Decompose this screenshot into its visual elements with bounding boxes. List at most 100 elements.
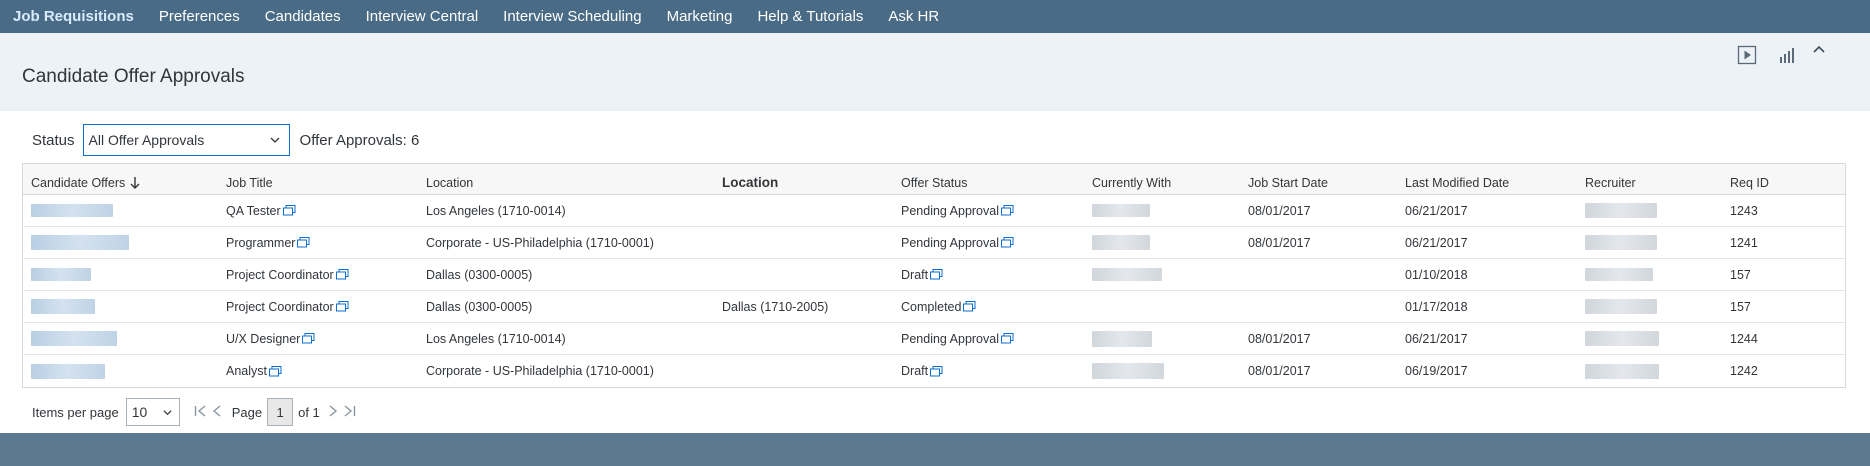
recruiter-redacted <box>1585 268 1653 281</box>
external-link-icon[interactable] <box>269 365 282 377</box>
status-select[interactable]: All Offer Approvals <box>82 124 290 156</box>
external-link-icon[interactable] <box>930 365 943 377</box>
last-modified-date: 06/19/2017 <box>1405 364 1468 378</box>
req-id: 1244 <box>1730 331 1758 346</box>
job-title: Project Coordinator <box>226 299 334 314</box>
page-label: Page <box>231 404 263 420</box>
table-row: QA Tester Los Angeles (1710-0014) Pendin… <box>23 195 1845 227</box>
items-per-page-label: Items per page <box>32 404 119 420</box>
offer-approvals-count: Offer Approvals: 6 <box>299 131 420 149</box>
candidate-name-link[interactable] <box>31 204 113 217</box>
nav-marketing[interactable]: Marketing <box>667 8 733 25</box>
sort-descending-icon <box>130 177 140 189</box>
nav-help-tutorials[interactable]: Help & Tutorials <box>757 8 863 25</box>
last-page-icon[interactable] <box>342 404 356 420</box>
req-id: 157 <box>1730 267 1751 282</box>
nav-ask-hr[interactable]: Ask HR <box>888 8 939 25</box>
table-row: Project Coordinator Dallas (0300-0005) D… <box>23 291 1845 323</box>
job-start-date: 08/01/2017 <box>1248 235 1311 250</box>
candidate-name-link[interactable] <box>31 299 95 314</box>
header-candidate-offers[interactable]: Candidate Offers <box>23 176 218 190</box>
currently-with-redacted <box>1092 204 1150 217</box>
external-link-icon[interactable] <box>282 205 296 216</box>
offer-status: Pending Approval <box>901 235 999 250</box>
next-page-icon[interactable] <box>328 404 338 420</box>
items-per-page-select[interactable]: 10 <box>125 398 180 426</box>
footer-bar <box>0 433 1870 466</box>
location: Los Angeles (1710-0014) <box>426 203 566 218</box>
external-link-icon[interactable] <box>930 269 943 280</box>
job-start-date: 08/01/2017 <box>1248 331 1311 346</box>
header-offer-status[interactable]: Offer Status <box>893 176 1084 190</box>
filter-bar: Status All Offer Approvals Offer Approva… <box>32 124 419 156</box>
external-link-icon[interactable] <box>335 301 349 312</box>
header-last-modified-date[interactable]: Last Modified Date <box>1397 176 1577 190</box>
job-title: Analyst <box>226 364 267 378</box>
candidate-name-link[interactable] <box>31 363 105 379</box>
header-job-title[interactable]: Job Title <box>218 176 418 190</box>
location: Dallas (0300-0005) <box>426 299 533 314</box>
external-link-icon[interactable] <box>302 333 315 344</box>
header-recruiter[interactable]: Recruiter <box>1577 176 1722 190</box>
last-modified-date: 01/17/2018 <box>1405 299 1468 314</box>
last-modified-date: 01/10/2018 <box>1405 267 1468 282</box>
previous-page-icon[interactable] <box>212 404 222 420</box>
first-page-icon[interactable] <box>194 404 208 420</box>
table-row: Analyst Corporate - US-Philadelphia (171… <box>23 355 1845 387</box>
nav-job-requisitions[interactable]: Job Requisitions <box>13 8 134 25</box>
nav-interview-central[interactable]: Interview Central <box>366 8 479 25</box>
table-row: Programmer Corporate - US-Philadelphia (… <box>23 227 1845 259</box>
header-location[interactable]: Location <box>418 176 714 190</box>
req-id: 1242 <box>1730 364 1758 378</box>
external-link-icon[interactable] <box>1001 237 1014 248</box>
table-row: U/X Designer Los Angeles (1710-0014) Pen… <box>23 323 1845 355</box>
status-label: Status <box>32 131 75 149</box>
external-link-icon[interactable] <box>963 301 976 312</box>
offers-table: Candidate Offers Job Title Location Loca… <box>22 163 1846 388</box>
currently-with-redacted <box>1092 235 1150 250</box>
req-id: 157 <box>1730 299 1751 314</box>
recruiter-redacted <box>1585 299 1657 314</box>
candidate-name-link[interactable] <box>31 331 117 346</box>
table-row: Project Coordinator Dallas (0300-0005) D… <box>23 259 1845 291</box>
collapse-chevron-icon[interactable] <box>1808 39 1830 61</box>
status-select-value: All Offer Approvals <box>88 132 205 148</box>
play-icon[interactable] <box>1736 44 1758 66</box>
nav-preferences[interactable]: Preferences <box>159 8 240 25</box>
recruiter-redacted <box>1585 203 1657 218</box>
table-header: Candidate Offers Job Title Location Loca… <box>23 164 1845 195</box>
external-link-icon[interactable] <box>1001 333 1014 344</box>
page-number-input[interactable]: 1 <box>267 398 294 426</box>
candidate-name-link[interactable] <box>31 268 91 281</box>
items-per-page-value: 10 <box>131 404 148 420</box>
location: Dallas (0300-0005) <box>426 267 533 282</box>
external-link-icon[interactable] <box>297 237 310 248</box>
job-title: Programmer <box>226 235 296 250</box>
nav-candidates[interactable]: Candidates <box>265 8 341 25</box>
external-link-icon[interactable] <box>1001 205 1014 216</box>
chevron-down-icon <box>270 137 279 143</box>
last-modified-date: 06/21/2017 <box>1405 331 1468 346</box>
offer-status: Pending Approval <box>901 203 999 218</box>
bar-chart-icon[interactable] <box>1776 44 1798 66</box>
req-id: 1243 <box>1730 203 1758 218</box>
job-title: U/X Designer <box>226 331 301 346</box>
currently-with-redacted <box>1092 268 1162 281</box>
header-currently-with[interactable]: Currently With <box>1084 176 1240 190</box>
offer-status: Draft <box>901 364 929 378</box>
top-navigation: Job Requisitions Preferences Candidates … <box>0 0 1870 33</box>
page-of-label: of 1 <box>298 404 320 420</box>
currently-with-redacted <box>1092 363 1164 379</box>
header-job-start-date[interactable]: Job Start Date <box>1240 176 1397 190</box>
currently-with-redacted <box>1092 330 1152 347</box>
header-req-id[interactable]: Req ID <box>1722 176 1842 190</box>
header-location-secondary[interactable]: Location <box>714 175 893 190</box>
nav-interview-scheduling[interactable]: Interview Scheduling <box>503 8 641 25</box>
external-link-icon[interactable] <box>335 269 349 280</box>
job-start-date: 08/01/2017 <box>1248 364 1311 378</box>
offer-status: Draft <box>901 267 929 282</box>
job-title: QA Tester <box>226 203 281 218</box>
candidate-name-link[interactable] <box>31 235 129 250</box>
location: Corporate - US-Philadelphia (1710-0001) <box>426 235 654 250</box>
offer-approvals-panel: Status All Offer Approvals Offer Approva… <box>0 111 1870 433</box>
